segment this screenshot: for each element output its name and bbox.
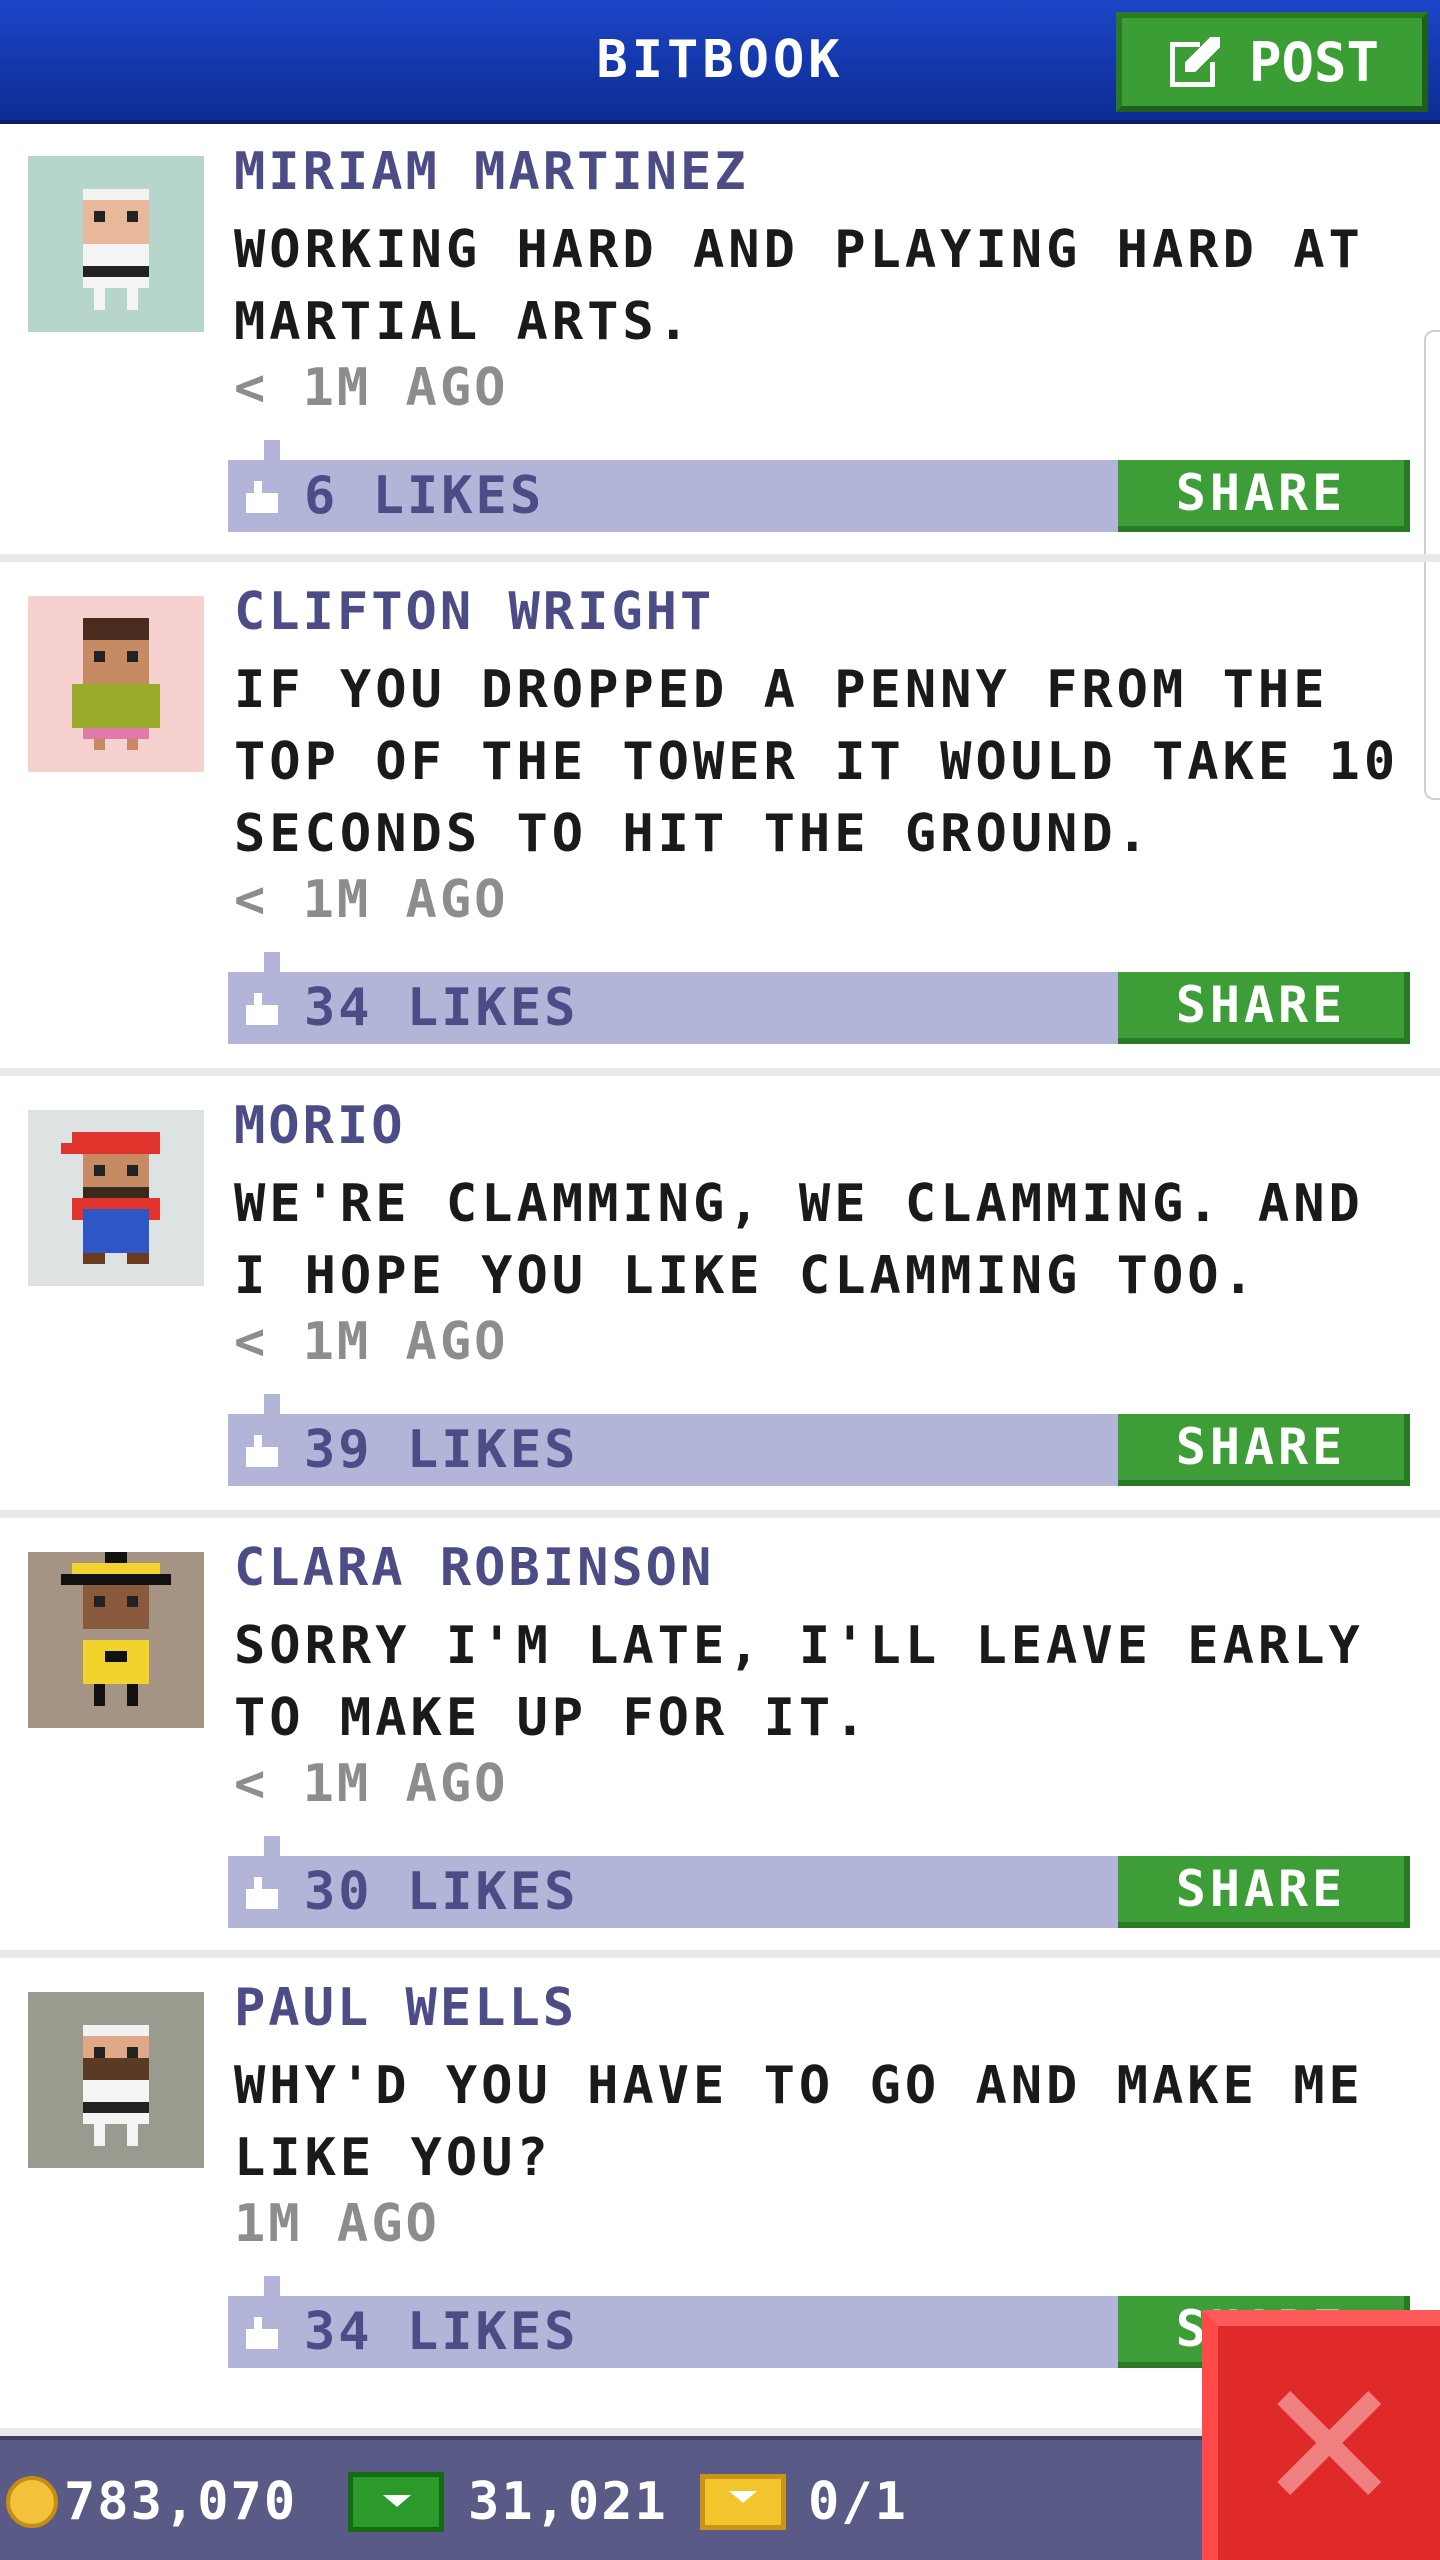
post-item: CLIFTON WRIGHT IF YOU DROPPED A PENNY FR… <box>0 564 1440 1076</box>
avatar <box>28 1552 204 1728</box>
post-item: MORIO WE'RE CLAMMING, WE CLAMMING. AND I… <box>0 1078 1440 1518</box>
app-header: BITBOOK POST <box>0 0 1440 124</box>
thumbs-up-icon[interactable] <box>242 1876 282 1910</box>
post-time: < 1M AGO <box>234 870 509 930</box>
likes-bar: 39 LIKES SHARE <box>228 1394 1410 1486</box>
likes-bar-tab <box>264 952 280 972</box>
post-message: WORKING HARD AND PLAYING HARD AT MARTIAL… <box>234 220 1364 352</box>
post-message: WHY'D YOU HAVE TO GO AND MAKE ME LIKE YO… <box>234 2056 1364 2188</box>
likes-bar: 30 LIKES SHARE <box>228 1836 1410 1928</box>
post-time: < 1M AGO <box>234 1754 509 1814</box>
post-item: CLARA ROBINSON SORRY I'M LATE, I'LL LEAV… <box>0 1520 1440 1958</box>
likes-count: 34 LIKES <box>304 978 579 1038</box>
likes-count: 30 LIKES <box>304 1862 579 1922</box>
close-icon <box>1277 2391 1381 2495</box>
likes-bar-tab <box>264 1836 280 1856</box>
post-time: 1M AGO <box>234 2194 440 2254</box>
avatar <box>28 1110 204 1286</box>
thumbs-up-icon[interactable] <box>242 1434 282 1468</box>
post-message: SORRY I'M LATE, I'LL LEAVE EARLY TO MAKE… <box>234 1616 1364 1748</box>
bux-icon <box>348 2472 444 2532</box>
post-author[interactable]: PAUL WELLS <box>234 1978 577 2038</box>
avatar <box>28 1992 204 2168</box>
post-time: < 1M AGO <box>234 1312 509 1372</box>
likes-count: 6 LIKES <box>304 466 545 526</box>
likes-bar-tab <box>264 1394 280 1414</box>
post-item: MIRIAM MARTINEZ WORKING HARD AND PLAYING… <box>0 124 1440 562</box>
coins-stat: 783,070 <box>6 2440 297 2560</box>
post-author[interactable]: CLIFTON WRIGHT <box>234 582 714 642</box>
likes-count: 39 LIKES <box>304 1420 579 1480</box>
close-button[interactable] <box>1202 2310 1440 2560</box>
share-button[interactable]: SHARE <box>1118 460 1410 532</box>
edit-icon <box>1169 37 1220 87</box>
post-button-label: POST <box>1248 30 1380 94</box>
post-author[interactable]: CLARA ROBINSON <box>234 1538 714 1598</box>
bux-stat: 31,021 <box>348 2440 668 2560</box>
share-button[interactable]: SHARE <box>1118 972 1410 1044</box>
likes-count: 34 LIKES <box>304 2302 579 2362</box>
coins-value: 783,070 <box>64 2472 298 2532</box>
thumbs-up-icon[interactable] <box>242 480 282 514</box>
tickets-stat: 0/1 <box>700 2440 908 2560</box>
likes-bar: 6 LIKES SHARE <box>228 440 1410 532</box>
share-button[interactable]: SHARE <box>1118 1856 1410 1928</box>
ticket-icon <box>700 2474 786 2530</box>
post-message: IF YOU DROPPED A PENNY FROM THE TOP OF T… <box>234 660 1400 864</box>
post-button[interactable]: POST <box>1116 12 1428 112</box>
post-message: WE'RE CLAMMING, WE CLAMMING. AND I HOPE … <box>234 1174 1364 1306</box>
bux-value: 31,021 <box>468 2472 668 2532</box>
share-button[interactable]: SHARE <box>1118 1414 1410 1486</box>
avatar <box>28 156 204 332</box>
post-author[interactable]: MIRIAM MARTINEZ <box>234 142 749 202</box>
thumbs-up-icon[interactable] <box>242 2316 282 2350</box>
post-author[interactable]: MORIO <box>234 1096 406 1156</box>
thumbs-up-icon[interactable] <box>242 992 282 1026</box>
likes-bar: 34 LIKES SHARE <box>228 952 1410 1044</box>
coin-icon <box>6 2476 58 2528</box>
likes-bar-tab <box>264 440 280 460</box>
tickets-value: 0/1 <box>808 2472 908 2532</box>
likes-bar-tab <box>264 2276 280 2296</box>
avatar <box>28 596 204 772</box>
post-time: < 1M AGO <box>234 358 509 418</box>
